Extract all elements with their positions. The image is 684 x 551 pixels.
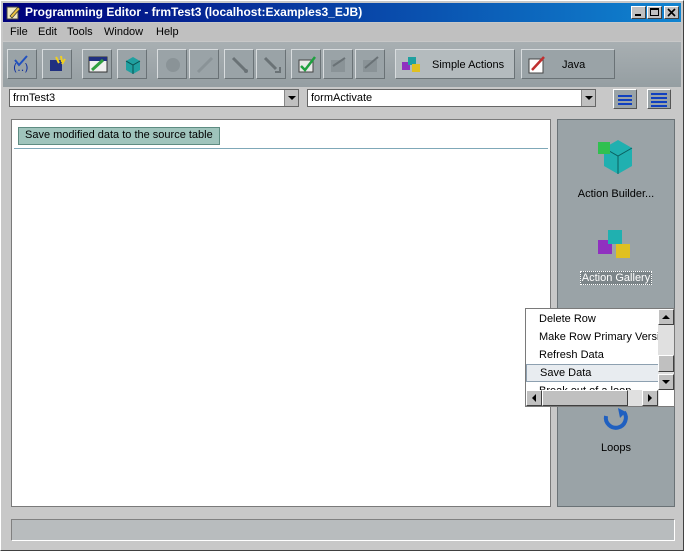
object-cube-icon xyxy=(125,57,141,74)
window-title: Programming Editor - frmTest3 (localhost… xyxy=(25,5,363,19)
view-list-button[interactable] xyxy=(613,89,637,109)
simple-actions-label: Simple Actions xyxy=(432,59,505,71)
check-pencil-icon xyxy=(298,56,316,73)
action-gallery-label: Action Gallery xyxy=(579,271,653,285)
list-horizontal-scrollbar[interactable] xyxy=(526,390,659,406)
app-icon xyxy=(6,6,21,20)
loops-label: Loops xyxy=(601,442,631,454)
java-label: Java xyxy=(562,59,586,71)
disabled-button-6[interactable] xyxy=(355,49,385,79)
simple-actions-button[interactable]: Simple Actions xyxy=(395,49,515,79)
detail-view-icon xyxy=(651,93,667,107)
menu-file[interactable]: File xyxy=(10,26,28,38)
list-item[interactable]: Make Row Primary Version xyxy=(526,328,659,346)
object-selector-value: frmTest3 xyxy=(13,92,56,104)
check-syntax-button[interactable]: (..) xyxy=(7,49,37,79)
close-icon xyxy=(667,8,676,17)
arrow-left-icon xyxy=(532,394,536,402)
list-item[interactable]: Delete Row xyxy=(526,310,659,328)
scroll-up-button[interactable] xyxy=(658,309,674,325)
doc-icon xyxy=(331,57,346,72)
circle-icon xyxy=(166,58,180,72)
disabled-button-3[interactable] xyxy=(224,49,254,79)
maximize-icon xyxy=(650,8,659,16)
scroll-left-button[interactable] xyxy=(526,390,542,406)
maximize-button[interactable] xyxy=(647,6,662,19)
scroll-thumb[interactable] xyxy=(658,355,674,372)
action-builder-icon xyxy=(598,140,633,174)
pencil-icon xyxy=(196,56,214,74)
edit-properties-icon xyxy=(88,56,108,73)
list-view-icon xyxy=(618,95,632,105)
disabled-button-4[interactable] xyxy=(256,49,286,79)
menu-bar: File Edit Tools Window Help xyxy=(3,23,681,41)
java-button[interactable]: Java xyxy=(521,49,615,79)
doc-edit-icon xyxy=(363,56,379,72)
object-selector[interactable]: frmTest3 xyxy=(9,89,299,107)
hscroll-thumb[interactable] xyxy=(542,390,628,406)
scroll-down-button[interactable] xyxy=(658,374,674,390)
edit-properties-button[interactable] xyxy=(82,49,112,79)
event-selector[interactable]: formActivate xyxy=(307,89,596,107)
close-button[interactable] xyxy=(664,6,679,19)
action-editor[interactable]: Save modified data to the source table xyxy=(11,119,551,507)
action-list-popup[interactable]: Delete Row Make Row Primary Version Refr… xyxy=(525,308,675,407)
insertion-line xyxy=(14,148,548,149)
scroll-right-button[interactable] xyxy=(642,390,658,406)
disabled-button-2[interactable] xyxy=(189,49,219,79)
brush-icon xyxy=(231,56,248,73)
disabled-button-1[interactable] xyxy=(157,49,187,79)
action-statement[interactable]: Save modified data to the source table xyxy=(18,127,220,145)
title-bar[interactable]: Programming Editor - frmTest3 (localhost… xyxy=(3,3,681,22)
minimize-button[interactable] xyxy=(631,6,646,19)
brush-arrow-icon xyxy=(263,56,281,73)
java-icon xyxy=(528,56,545,74)
simple-actions-icon xyxy=(402,57,420,72)
arrow-right-icon xyxy=(648,394,652,402)
minimize-icon xyxy=(635,14,641,16)
view-detail-button[interactable] xyxy=(647,89,671,109)
object-button[interactable] xyxy=(117,49,147,79)
check-syntax-icon: (..) xyxy=(13,55,29,74)
event-selector-value: formActivate xyxy=(311,92,373,104)
list-item-selected[interactable]: Save Data xyxy=(526,364,659,382)
status-bar xyxy=(11,519,675,541)
list-item[interactable]: Refresh Data xyxy=(526,346,659,364)
arrow-up-icon xyxy=(662,315,670,319)
run-button[interactable] xyxy=(42,49,72,79)
arrow-down-icon xyxy=(662,380,670,384)
list-vertical-scrollbar[interactable] xyxy=(658,309,674,390)
toolbar: (..) Simple Actions Java xyxy=(3,42,681,87)
action-builder-label: Action Builder... xyxy=(577,188,655,200)
check-button[interactable] xyxy=(291,49,321,79)
menu-edit[interactable]: Edit xyxy=(38,26,57,38)
menu-help[interactable]: Help xyxy=(156,26,179,38)
menu-tools[interactable]: Tools xyxy=(67,26,93,38)
chevron-down-icon[interactable] xyxy=(581,90,595,106)
menu-window[interactable]: Window xyxy=(104,26,143,38)
chevron-down-icon[interactable] xyxy=(284,90,298,106)
disabled-button-5[interactable] xyxy=(323,49,353,79)
programming-editor-window: Programming Editor - frmTest3 (localhost… xyxy=(0,0,684,551)
run-icon xyxy=(50,55,66,71)
action-gallery-icon xyxy=(598,230,630,258)
